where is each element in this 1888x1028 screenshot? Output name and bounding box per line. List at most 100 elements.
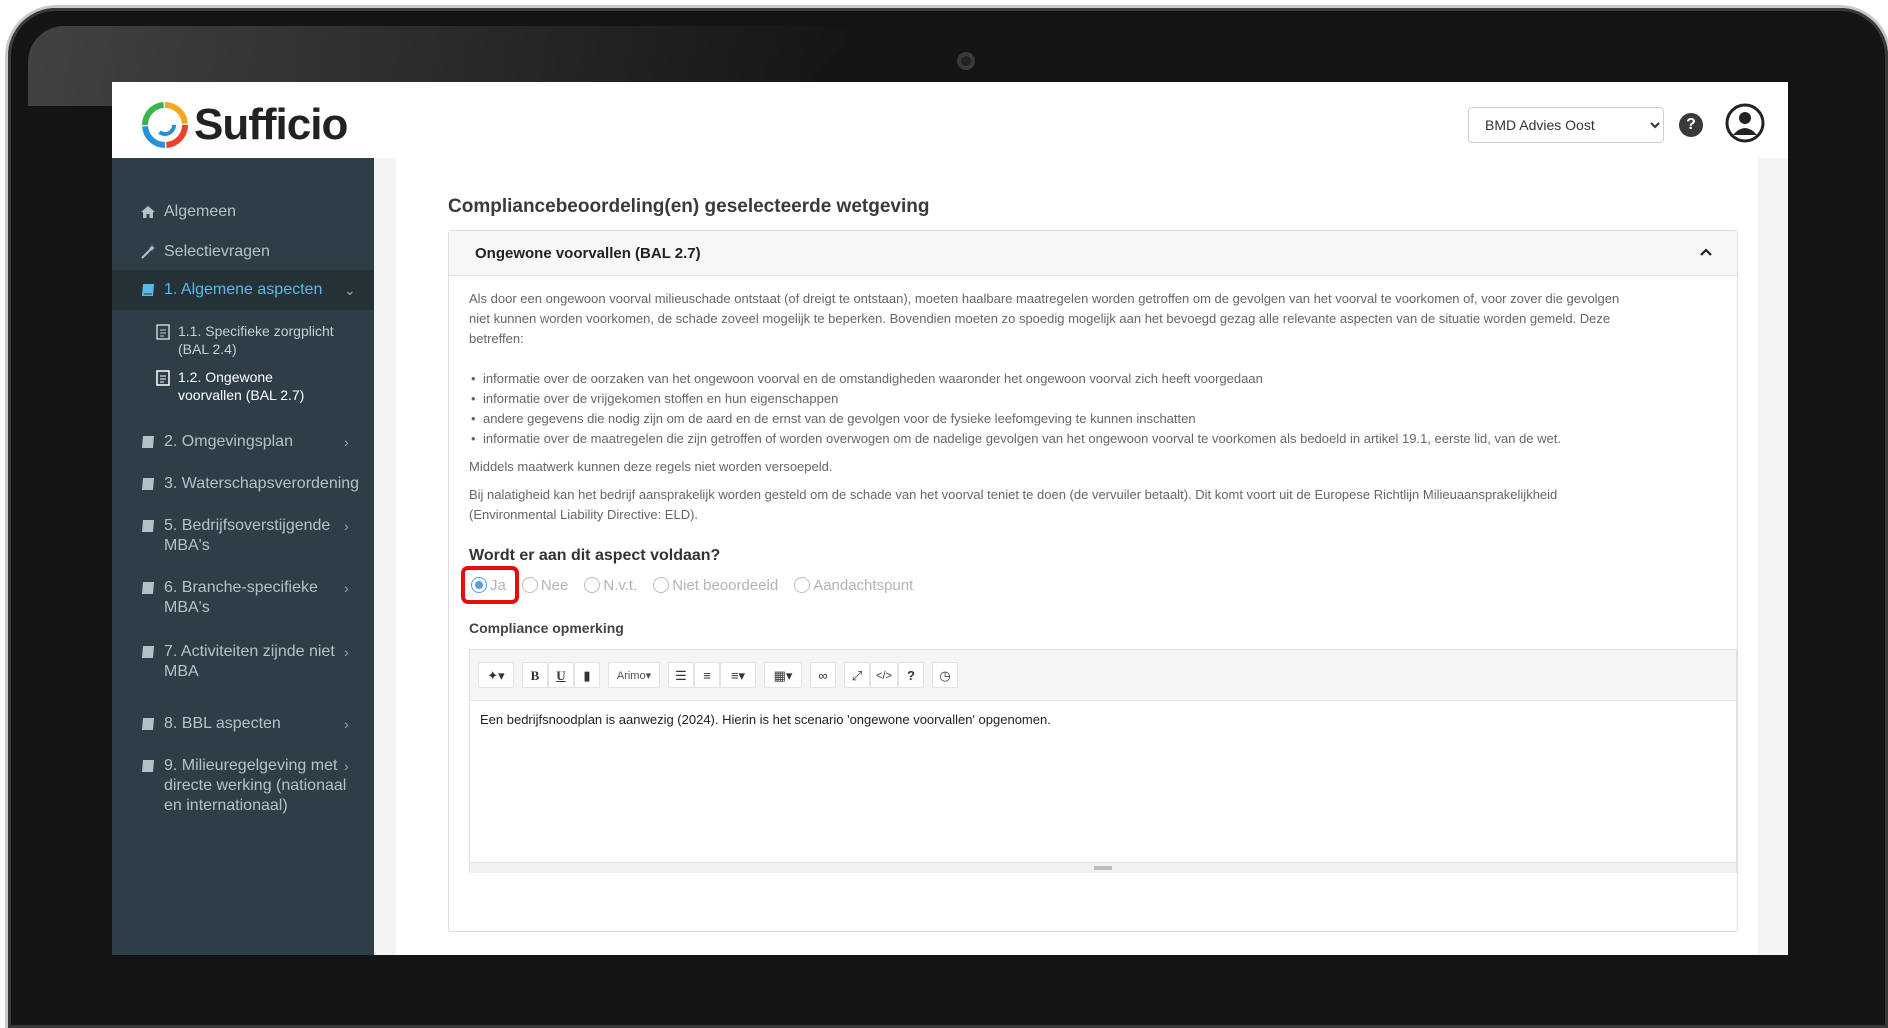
- document-icon: [156, 324, 170, 340]
- chevron-right-icon: ›: [344, 434, 349, 450]
- sidebar-item-selectievragen[interactable]: Selectievragen: [112, 242, 374, 266]
- organization-select[interactable]: BMD Advies Oost: [1468, 107, 1664, 143]
- radio-button[interactable]: [653, 577, 670, 593]
- radio-niet-beoordeeld[interactable]: Niet beoordeeld: [653, 577, 778, 594]
- table-icon: ▦▾: [773, 668, 793, 683]
- rich-text-editor: ✦▾ B U ▮ Arimo▾ ☰ ≡ ≡▾ ▦▾ ∞ ⤢ </> ? ◷ Ee…: [469, 649, 1737, 873]
- chevron-right-icon: ›: [344, 758, 349, 774]
- eraser-icon: ▮: [583, 668, 591, 683]
- sidebar-item-branche-specifieke[interactable]: 6. Branche-specifieke MBA's ›: [112, 578, 374, 622]
- logo-text: Sufficio: [194, 100, 348, 149]
- help-icon[interactable]: ?: [1679, 113, 1703, 137]
- app-screen: Sufficio BMD Advies Oost ? Algemeen Sele…: [112, 82, 1788, 955]
- radio-label: Aandachtspunt: [813, 576, 914, 594]
- fullscreen-button[interactable]: ⤢: [844, 662, 870, 688]
- radio-button[interactable]: [521, 577, 538, 593]
- radio-button[interactable]: [794, 577, 811, 593]
- font-family-value: Arimo: [616, 670, 646, 682]
- intro-line: betreffen:: [469, 331, 524, 346]
- sidebar-item-waterschapsverordening[interactable]: 3. Waterschapsverordening: [112, 474, 374, 498]
- chevron-up-icon[interactable]: [1697, 243, 1715, 261]
- list-item: informatie over de vrijgekomen stoffen e…: [469, 389, 1731, 409]
- book-icon: [142, 646, 154, 658]
- radio-nee[interactable]: Nee: [521, 576, 569, 594]
- unordered-list-button[interactable]: ☰: [668, 662, 694, 688]
- chevron-right-icon: ›: [344, 518, 349, 534]
- radio-label: Nee: [540, 576, 569, 594]
- code-view-button[interactable]: </>: [870, 662, 898, 688]
- main-content: Compliancebeoordeling(en) geselecteerde …: [374, 158, 1788, 955]
- section-title: Compliancebeoordeling(en) geselecteerde …: [448, 196, 930, 217]
- sidebar-item-label: 5. Bedrijfsoverstijgende: [164, 517, 331, 534]
- card-header[interactable]: Ongewone voorvallen (BAL 2.7): [449, 231, 1737, 276]
- sidebar-subitem-specifieke-zorgplicht[interactable]: 1.1. Specifieke zorgplicht (BAL 2.4): [112, 322, 374, 362]
- bold-button[interactable]: B: [522, 662, 548, 688]
- sidebar: Algemeen Selectievragen 1. Algemene aspe…: [112, 158, 374, 955]
- unordered-list-icon: ☰: [675, 668, 687, 683]
- card-title: Ongewone voorvallen (BAL 2.7): [475, 245, 701, 262]
- sidebar-subitem-label: (BAL 2.4): [178, 341, 237, 357]
- book-icon: [142, 284, 154, 296]
- list-item: informatie over de oorzaken van het onge…: [469, 369, 1731, 389]
- chevron-right-icon: ›: [344, 580, 349, 596]
- sidebar-item-label: Algemeen: [164, 203, 237, 220]
- radio-aandachtspunt[interactable]: Aandachtspunt: [794, 577, 913, 594]
- clock-icon: ◷: [939, 668, 951, 683]
- sidebar-item-label: 2. Omgevingsplan: [164, 433, 293, 450]
- sidebar-item-label: directe werking (nationaal: [164, 777, 347, 794]
- history-button[interactable]: ◷: [932, 662, 958, 688]
- sidebar-item-bedrijfsoverstijgende[interactable]: 5. Bedrijfsoverstijgende MBA's ›: [112, 516, 374, 560]
- resize-handle-icon[interactable]: [1094, 866, 1112, 870]
- compliance-radio-group: Ja Nee N.v.t. Niet beoordeeld Aandachtsp…: [471, 574, 929, 596]
- fullscreen-icon: ⤢: [851, 668, 863, 683]
- table-button[interactable]: ▦▾: [764, 662, 802, 688]
- sufficio-logo-icon: [142, 102, 188, 148]
- user-avatar-icon[interactable]: [1725, 103, 1765, 143]
- ordered-list-button[interactable]: ≡: [694, 662, 720, 688]
- book-icon: [142, 760, 154, 772]
- webcam: [957, 52, 975, 70]
- chevron-right-icon: ›: [344, 716, 349, 732]
- book-icon: [142, 436, 154, 448]
- sidebar-item-activiteiten-niet-mba[interactable]: 7. Activiteiten zijnde niet MBA ›: [112, 642, 374, 686]
- sidebar-item-label: 3. Waterschapsverordening: [164, 475, 360, 492]
- liability-line: (Environmental Liability Directive: ELD)…: [469, 507, 699, 522]
- magic-wand-icon: [141, 245, 155, 259]
- help-button[interactable]: ?: [898, 662, 924, 688]
- sidebar-item-algemene-aspecten[interactable]: 1. Algemene aspecten ⌄: [112, 270, 374, 310]
- sidebar-item-label: 1. Algemene aspecten: [164, 281, 323, 298]
- sidebar-item-label: MBA's: [164, 599, 210, 616]
- compliance-remark-label: Compliance opmerking: [469, 620, 624, 636]
- link-button[interactable]: ∞: [810, 662, 836, 688]
- radio-button[interactable]: [584, 577, 601, 593]
- sidebar-item-label: en internationaal): [164, 797, 288, 814]
- home-icon: [141, 206, 155, 218]
- caret-down-icon: ▾: [645, 670, 652, 682]
- sidebar-item-omgevingsplan[interactable]: 2. Omgevingsplan ›: [112, 432, 374, 456]
- sidebar-subitem-label: 1.2. Ongewone: [178, 369, 273, 385]
- paragraph-align-button[interactable]: ≡▾: [720, 662, 756, 688]
- logo[interactable]: Sufficio: [142, 100, 348, 150]
- font-family-dropdown[interactable]: Arimo▾: [608, 662, 660, 688]
- sidebar-item-milieuregelgeving[interactable]: 9. Milieuregelgeving met directe werking…: [112, 756, 374, 820]
- intro-line: Als door een ongewoon voorval milieuscha…: [469, 291, 1620, 306]
- sidebar-item-algemeen[interactable]: Algemeen: [112, 202, 374, 226]
- sidebar-item-label: MBA: [164, 663, 199, 680]
- sidebar-item-label: 7. Activiteiten zijnde niet: [164, 643, 335, 660]
- underline-button[interactable]: U: [548, 662, 574, 688]
- highlight-annotation: [461, 566, 519, 604]
- editor-resize-bar[interactable]: [470, 862, 1736, 873]
- book-icon: [142, 582, 154, 594]
- sidebar-item-bbl-aspecten[interactable]: 8. BBL aspecten ›: [112, 714, 374, 738]
- sidebar-subitem-ongewone-voorvallen[interactable]: 1.2. Ongewone voorvallen (BAL 2.7): [112, 368, 374, 408]
- ordered-list-icon: ≡: [703, 668, 711, 683]
- eraser-button[interactable]: ▮: [574, 662, 600, 688]
- sidebar-subitem-label: 1.1. Specifieke zorgplicht: [178, 323, 334, 339]
- radio-nvt[interactable]: N.v.t.: [584, 577, 637, 594]
- content-panel: Compliancebeoordeling(en) geselecteerde …: [396, 158, 1758, 955]
- style-button[interactable]: ✦▾: [478, 662, 514, 688]
- compliance-card: Ongewone voorvallen (BAL 2.7) Als door e…: [448, 230, 1738, 932]
- radio-label: Niet beoordeeld: [672, 576, 779, 594]
- editor-content[interactable]: Een bedrijfsnoodplan is aanwezig (2024).…: [480, 712, 1051, 727]
- book-icon: [142, 718, 154, 730]
